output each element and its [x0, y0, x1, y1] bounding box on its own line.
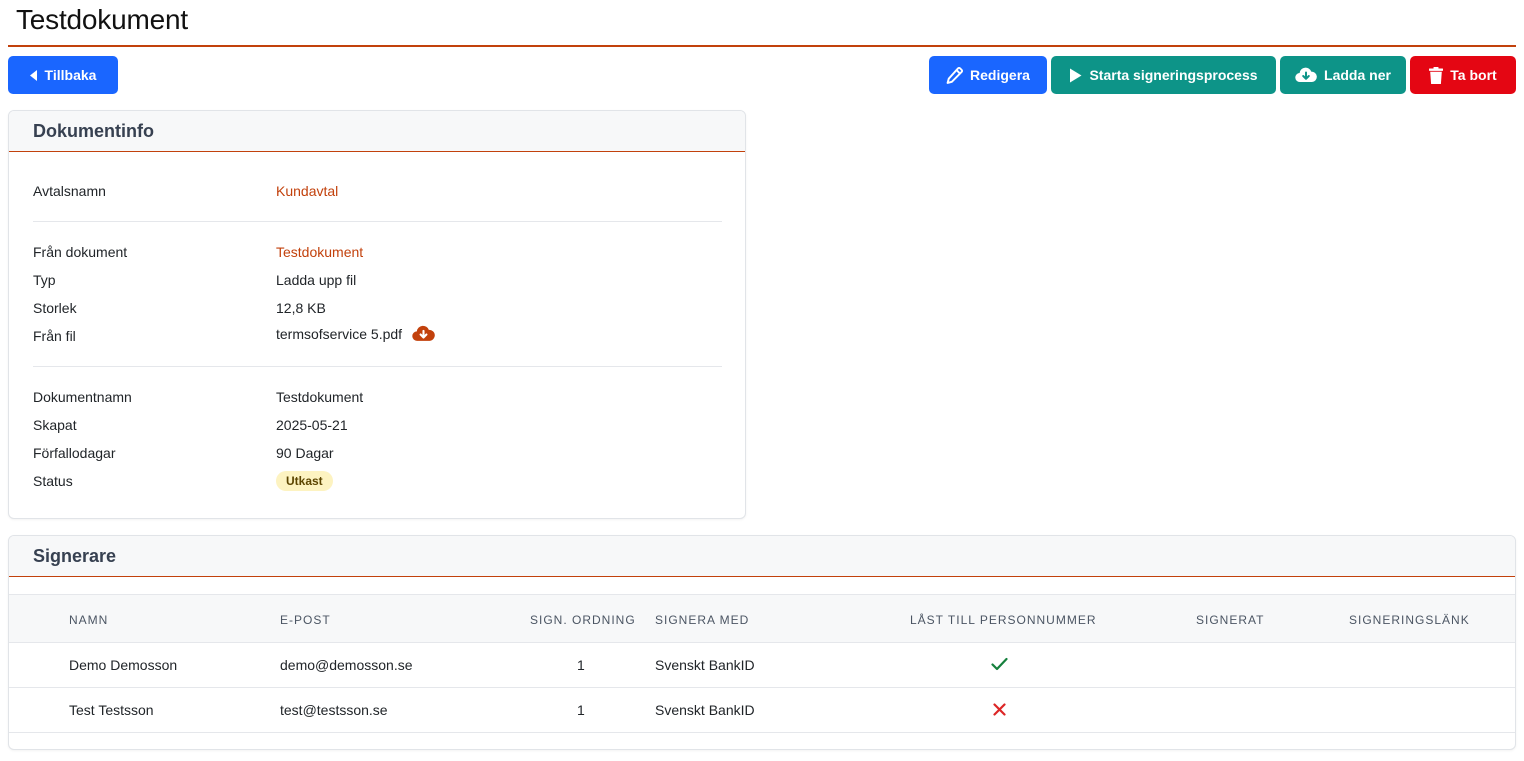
file-value: termsofservice 5.pdf	[276, 325, 435, 342]
pencil-icon	[946, 66, 964, 84]
type-label: Typ	[33, 272, 56, 288]
from-document-label: Från dokument	[33, 244, 128, 260]
signer-email: demo@demosson.se	[280, 657, 413, 673]
signer-method: Svenskt BankID	[655, 657, 755, 673]
info-divider	[33, 221, 722, 222]
agreement-link[interactable]: Kundavtal	[276, 183, 338, 199]
signer-method: Svenskt BankID	[655, 702, 755, 718]
x-mark-icon	[993, 703, 1006, 716]
size-value-text: 12,8 KB	[276, 300, 326, 316]
trash-icon	[1429, 66, 1444, 84]
info-divider	[33, 366, 722, 367]
edit-button[interactable]: Redigera	[929, 56, 1047, 94]
created-value: 2025-05-21	[276, 417, 348, 433]
document-name-text: Testdokument	[276, 389, 364, 405]
column-header-signing-link: SIGNERINGSLÄNK	[1349, 613, 1470, 627]
signer-name: Test Testsson	[69, 702, 154, 718]
status-value: Utkast	[276, 471, 333, 491]
document-name-value: Testdokument	[276, 389, 363, 405]
caret-left-icon	[29, 69, 37, 81]
download-button-label: Ladda ner	[1324, 67, 1391, 83]
back-button-label: Tillbaka	[44, 67, 97, 83]
from-document-value[interactable]: Testdokument	[276, 244, 363, 260]
size-value: 12,8 KB	[276, 300, 326, 316]
start-signing-button[interactable]: Starta signeringsprocess	[1051, 56, 1276, 94]
signer-email: test@testsson.se	[280, 702, 388, 718]
row-divider	[9, 687, 1515, 688]
cloud-download-icon[interactable]	[412, 325, 435, 342]
delete-button-label: Ta bort	[1450, 67, 1497, 83]
signers-card: Signerare NAMN E-POST SIGN. ORDNING SIGN…	[8, 535, 1516, 750]
column-header-email: E-POST	[280, 613, 331, 627]
column-header-locked-ssn: LÅST TILL PERSONNUMMER	[910, 613, 1097, 627]
page-title: Testdokument	[16, 4, 188, 35]
agreement-value[interactable]: Kundavtal	[276, 183, 338, 199]
agreement-label: Avtalsnamn	[33, 183, 106, 199]
type-value-text: Ladda upp fil	[276, 272, 357, 288]
created-label: Skapat	[33, 417, 77, 433]
status-badge: Utkast	[276, 471, 333, 491]
due-days-text: 90 Dagar	[276, 445, 334, 461]
edit-button-label: Redigera	[970, 67, 1030, 83]
back-button[interactable]: Tillbaka	[8, 56, 118, 94]
file-name: termsofservice 5.pdf	[276, 325, 403, 342]
download-button[interactable]: Ladda ner	[1280, 56, 1406, 94]
due-days-value: 90 Dagar	[276, 445, 334, 461]
due-days-label: Förfallodagar	[33, 445, 116, 461]
size-label: Storlek	[33, 300, 77, 316]
document-info-card: Dokumentinfo Avtalsnamn Kundavtal Från d…	[8, 110, 746, 519]
cloud-download-icon	[1295, 67, 1317, 83]
title-divider	[8, 45, 1516, 47]
start-signing-button-label: Starta signeringsprocess	[1089, 67, 1258, 83]
signer-order: 1	[577, 657, 585, 673]
from-document-link[interactable]: Testdokument	[276, 244, 363, 260]
type-value: Ladda upp fil	[276, 272, 356, 288]
check-icon	[991, 657, 1008, 671]
column-header-sign-order: SIGN. ORDNING	[530, 613, 636, 627]
column-header-signed: SIGNERAT	[1196, 613, 1265, 627]
signers-table-header	[9, 594, 1515, 643]
row-divider	[9, 732, 1515, 733]
column-header-sign-with: SIGNERA MED	[655, 613, 750, 627]
created-date: 2025-05-21	[276, 417, 348, 433]
file-label: Från fil	[33, 328, 76, 344]
status-label: Status	[33, 473, 73, 489]
signers-title: Signerare	[33, 545, 117, 566]
delete-button[interactable]: Ta bort	[1410, 56, 1516, 94]
document-info-header: Dokumentinfo	[9, 111, 745, 152]
signer-name: Demo Demosson	[69, 657, 178, 673]
signers-header: Signerare	[9, 536, 1515, 577]
play-icon	[1070, 68, 1082, 82]
column-header-name: NAMN	[69, 613, 109, 627]
document-info-title: Dokumentinfo	[33, 120, 154, 141]
document-name-label: Dokumentnamn	[33, 389, 132, 405]
signer-order: 1	[577, 702, 585, 718]
